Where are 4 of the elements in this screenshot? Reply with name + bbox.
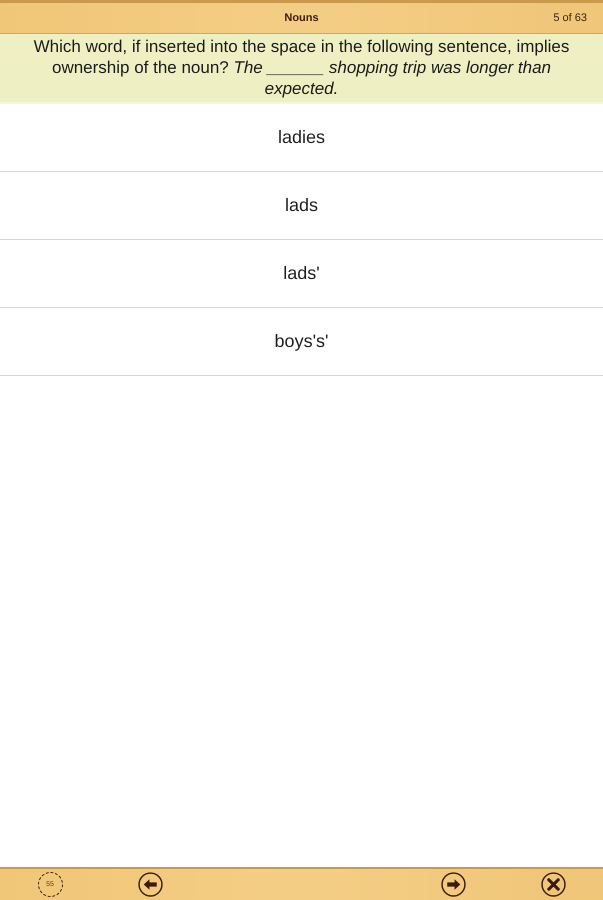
question-text: Which word, if inserted into the space in the following sentence, implies ownership of the noun? The ______ shopping trip was longer than expected. [34, 37, 570, 98]
question-counter: 5 of 63 [553, 12, 587, 24]
close-icon[interactable] [540, 872, 566, 897]
quiz-title: Nouns [284, 12, 319, 24]
